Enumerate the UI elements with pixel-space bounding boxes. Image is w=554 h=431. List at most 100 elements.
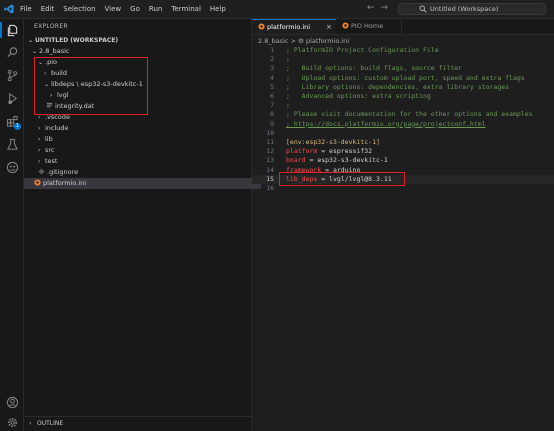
tree-item-src[interactable]: › src	[24, 145, 265, 156]
line-number: 9	[270, 119, 274, 128]
menu-selection[interactable]: Selection	[63, 0, 95, 18]
menu-view[interactable]: View	[105, 0, 122, 18]
code-line: 13 board = esp32-s3-devkitc-1	[252, 156, 554, 165]
code-line: 7;	[252, 101, 554, 110]
code-line: 3 ; Build options: build flags, source fi…	[252, 64, 554, 73]
platformio-file-icon	[34, 179, 41, 186]
code-line: 10	[252, 129, 554, 138]
command-center-search[interactable]: Untitled (Workspace)	[398, 3, 546, 15]
line-number: 12	[266, 147, 274, 156]
line-text: ;	[286, 55, 290, 64]
outline-section[interactable]: › OUTLINE	[24, 416, 251, 430]
forward-arrow-icon[interactable]: →	[381, 3, 395, 13]
line-text: ; Build options: build flags, source fil…	[286, 64, 463, 73]
tree-label: include	[45, 124, 69, 132]
code-line: 8 ; Please visit documentation for the ot…	[252, 110, 554, 119]
config-key: platform	[286, 147, 318, 156]
line-number: 13	[266, 156, 274, 165]
git-file-icon	[38, 168, 45, 175]
vscode-logo-icon	[4, 4, 14, 14]
code-line: 12 platform = espressif32	[252, 147, 554, 156]
line-number: 14	[266, 165, 274, 174]
code-line: 2;	[252, 55, 554, 64]
tree-item-platformio-ini[interactable]: platformio.ini	[24, 178, 261, 189]
workspace-header[interactable]: ⌄ UNTITLED (WORKSPACE)	[24, 35, 255, 46]
extensions-icon[interactable]: 1	[4, 113, 21, 130]
docs-link[interactable]: ; https://docs.platformio.org/page/proje…	[286, 120, 486, 129]
line-number: 10	[266, 128, 274, 137]
highlight-box-lib-deps	[279, 172, 405, 186]
explorer-icon[interactable]	[0, 22, 20, 38]
menu-edit[interactable]: Edit	[41, 0, 55, 18]
code-line: 4 ; Upload options: custom upload port, s…	[252, 74, 554, 83]
line-number: 16	[266, 184, 274, 192]
menu-terminal[interactable]: Terminal	[171, 0, 201, 18]
outline-label: OUTLINE	[37, 420, 64, 427]
chevron-right-icon: ›	[38, 125, 41, 132]
workspace-label: UNTITLED (WORKSPACE)	[35, 37, 119, 44]
config-key: board	[286, 156, 306, 165]
chevron-down-icon: ⌄	[32, 48, 38, 55]
line-text: ; Upload options: custom upload port, sp…	[286, 73, 525, 82]
run-debug-icon[interactable]	[4, 90, 20, 106]
tree-item-test[interactable]: › test	[24, 156, 265, 167]
platformio-file-icon	[342, 20, 349, 29]
tree-item-lib[interactable]: › lib	[24, 134, 265, 145]
chevron-right-icon: ›	[38, 136, 41, 143]
code-line: 5 ; Library options: dependencies, extra …	[252, 83, 554, 92]
line-number: 7	[270, 101, 274, 110]
chevron-down-icon: ⌄	[28, 37, 34, 44]
tab-label: platformio.ini	[267, 23, 311, 31]
line-number: 1	[270, 46, 274, 54]
settings-icon[interactable]	[4, 414, 20, 430]
line-text: ; Advanced options: extra scripting	[286, 92, 431, 100]
section-header: [env:esp32-s3-devkitc-1]	[286, 138, 380, 146]
platformio-icon[interactable]	[4, 159, 20, 175]
menu-run[interactable]: Run	[149, 0, 162, 18]
tree-label: .gitignore	[47, 168, 79, 176]
line-number: 5	[270, 82, 274, 91]
code-line: 11 [env:esp32-s3-devkitc-1]	[252, 138, 554, 147]
tree-item-include[interactable]: › include	[24, 123, 265, 134]
code-line: 9 ; https://docs.platformio.org/page/proj…	[252, 120, 554, 129]
line-number: 4	[270, 73, 274, 82]
chevron-right-icon: ›	[29, 420, 32, 427]
search-icon	[419, 5, 427, 13]
line-number: 15	[266, 174, 274, 183]
account-icon[interactable]	[4, 394, 20, 410]
tab-pio-home[interactable]: PIO Home	[336, 19, 402, 34]
tree-label: test	[45, 157, 58, 165]
chevron-right-icon: ›	[38, 158, 41, 165]
testing-icon[interactable]	[4, 136, 20, 152]
close-icon[interactable]: ×	[326, 20, 332, 35]
config-value: = esp32-s3-devkitc-1	[305, 156, 388, 165]
line-number: 3	[270, 64, 274, 73]
config-value: = espressif32	[317, 147, 373, 156]
tree-label: src	[45, 146, 55, 154]
breadcrumb[interactable]: 2.8_basic > ⚙ platformio.ini	[258, 37, 349, 45]
code-line: 1 ; PlatformIO Project Configuration File	[252, 46, 554, 55]
line-text: ;	[286, 101, 290, 110]
line-number: 8	[270, 110, 274, 119]
search-icon[interactable]	[4, 44, 20, 60]
tree-item-gitignore[interactable]: .gitignore	[24, 167, 265, 178]
tree-item-2-8-basic[interactable]: ⌄ 2.8_basic	[24, 46, 259, 57]
highlight-box-libdeps	[34, 57, 148, 115]
editor-tabs: platformio.ini × PIO Home	[252, 19, 554, 35]
menu-file[interactable]: File	[20, 0, 32, 18]
line-text: ; Library options: dependencies, extra l…	[286, 82, 510, 91]
title-bar: File Edit Selection View Go Run Terminal…	[0, 0, 554, 19]
source-control-icon[interactable]	[4, 67, 20, 83]
activity-bar: 1	[0, 19, 24, 431]
platformio-file-icon	[258, 21, 265, 30]
tab-label: PIO Home	[351, 22, 384, 30]
explorer-title: EXPLORER	[34, 23, 68, 30]
tab-platformio-ini[interactable]: platformio.ini ×	[252, 19, 336, 34]
menu-go[interactable]: Go	[130, 0, 140, 18]
line-number: 11	[266, 138, 274, 146]
back-arrow-icon[interactable]: ←	[367, 3, 381, 13]
menu-help[interactable]: Help	[210, 0, 226, 18]
line-text: ; Please visit documentation for the oth…	[286, 110, 533, 119]
line-number: 6	[270, 92, 274, 100]
tree-label: 2.8_basic	[39, 47, 70, 55]
